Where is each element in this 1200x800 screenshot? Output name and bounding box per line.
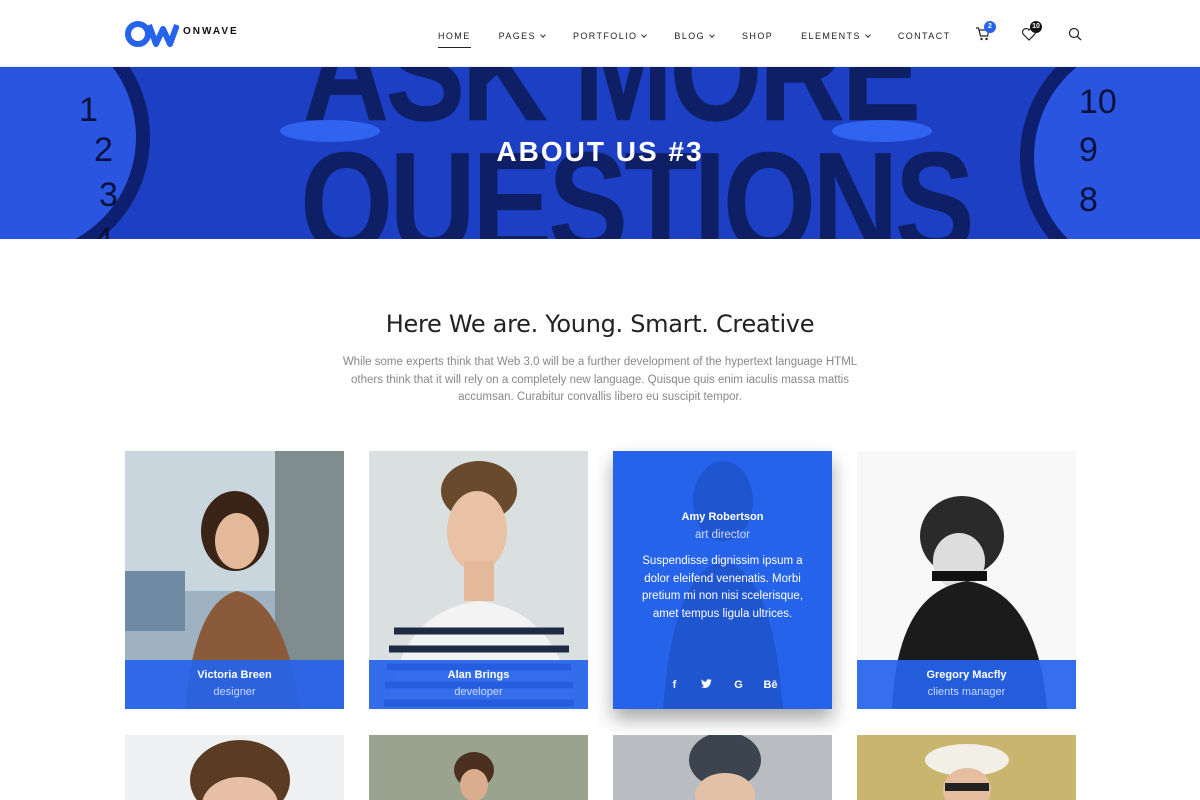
member-name: Amy Robertson bbox=[681, 511, 764, 523]
google-icon[interactable]: G bbox=[723, 679, 755, 692]
main-nav: HOME PAGES PORTFOLIO BLOG SHOP ELEMENTS … bbox=[438, 29, 979, 48]
section-description: While some experts think that Web 3.0 wi… bbox=[342, 356, 858, 403]
member-role: clients manager bbox=[927, 686, 1006, 698]
member-photo bbox=[857, 735, 1076, 800]
nav-label: PAGES bbox=[498, 31, 536, 41]
team-member-card[interactable] bbox=[369, 735, 588, 800]
nav-home[interactable]: HOME bbox=[438, 29, 471, 48]
chevron-down-icon bbox=[865, 31, 871, 38]
nav-portfolio[interactable]: PORTFOLIO bbox=[572, 29, 648, 43]
cart-button[interactable]: 2 bbox=[975, 21, 996, 42]
logo[interactable]: ONWAVE bbox=[125, 21, 239, 47]
chevron-down-icon bbox=[709, 31, 715, 38]
member-photo bbox=[369, 735, 588, 800]
wishlist-count-badge: 10 bbox=[1030, 21, 1042, 33]
team-member-card[interactable] bbox=[125, 735, 344, 800]
logo-mark-icon bbox=[125, 21, 179, 47]
section-title: Here We are. Young. Smart. Creative bbox=[385, 310, 815, 338]
nav-pages[interactable]: PAGES bbox=[498, 29, 546, 43]
member-role: developer bbox=[454, 686, 503, 698]
member-bio: Suspendisse dignissim ipsum a dolor elei… bbox=[641, 555, 804, 620]
team-member-card[interactable]: Alan Brings developer bbox=[369, 451, 588, 709]
page-title: ABOUT US #3 bbox=[496, 136, 704, 167]
team-member-card[interactable] bbox=[613, 735, 832, 800]
team-member-card[interactable]: Gregory Macfly clients manager bbox=[857, 451, 1076, 709]
member-photo bbox=[613, 735, 832, 800]
member-caption: Gregory Macfly clients manager bbox=[857, 660, 1076, 709]
twitter-icon[interactable] bbox=[691, 679, 723, 692]
team-member-card[interactable]: Victoria Breen designer bbox=[125, 451, 344, 709]
search-icon bbox=[1068, 27, 1082, 41]
member-socials: f G Bē bbox=[613, 679, 832, 692]
wishlist-button[interactable]: 10 bbox=[1021, 21, 1042, 42]
site-header: ONWAVE HOME PAGES PORTFOLIO BLOG SHOP EL… bbox=[0, 0, 1200, 67]
team-member-card-active[interactable]: Amy Robertson art director Suspendisse d… bbox=[613, 451, 832, 709]
member-role: art director bbox=[695, 529, 750, 541]
member-name: Victoria Breen bbox=[197, 669, 272, 681]
member-role: designer bbox=[213, 686, 256, 698]
team-member-card[interactable] bbox=[857, 735, 1076, 800]
chevron-down-icon bbox=[540, 31, 546, 38]
nav-blog[interactable]: BLOG bbox=[674, 29, 715, 43]
search-button[interactable] bbox=[1067, 26, 1083, 42]
nav-shop[interactable]: SHOP bbox=[742, 29, 773, 43]
behance-icon[interactable]: Bē bbox=[755, 679, 787, 692]
cart-count-badge: 2 bbox=[984, 21, 996, 33]
member-caption: Alan Brings developer bbox=[369, 660, 588, 709]
nav-label: ELEMENTS bbox=[801, 31, 861, 41]
member-name: Gregory Macfly bbox=[926, 669, 1007, 681]
nav-contact[interactable]: CONTACT bbox=[898, 29, 951, 43]
header-actions: 2 10 bbox=[975, 21, 1113, 42]
chevron-down-icon bbox=[641, 31, 648, 38]
hero-banner: 1 2 3 4 11 10 9 8 ASK MORE QUESTIONS ABO… bbox=[0, 67, 1200, 239]
member-photo bbox=[125, 735, 344, 800]
brand-name: ONWAVE bbox=[183, 25, 239, 37]
nav-label: PORTFOLIO bbox=[572, 31, 638, 41]
member-name: Alan Brings bbox=[447, 669, 510, 681]
nav-label: SHOP bbox=[742, 31, 774, 41]
member-caption: Victoria Breen designer bbox=[125, 660, 344, 709]
nav-elements[interactable]: ELEMENTS bbox=[801, 29, 871, 43]
nav-label: CONTACT bbox=[897, 31, 951, 41]
facebook-icon[interactable]: f bbox=[659, 679, 691, 692]
nav-label: HOME bbox=[438, 31, 471, 41]
nav-label: BLOG bbox=[674, 31, 706, 41]
